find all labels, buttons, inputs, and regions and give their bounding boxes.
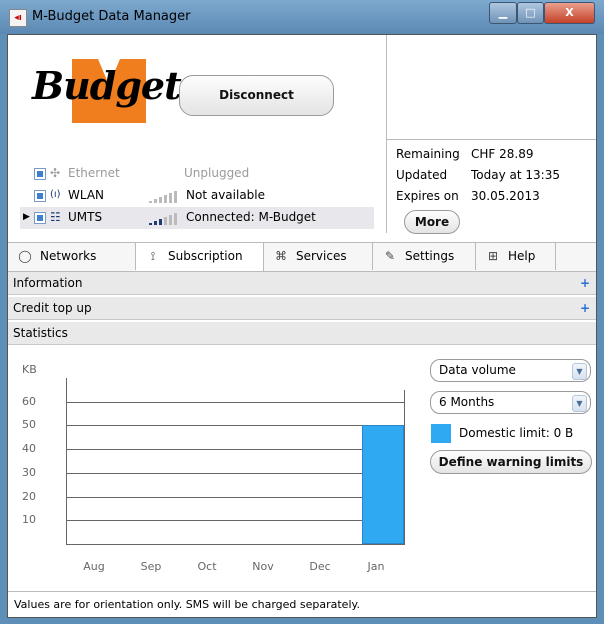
tab-label: Help	[508, 249, 536, 263]
expires-value: 30.05.2013	[471, 189, 540, 203]
connection-name: UMTS	[68, 210, 103, 224]
connection-name: Ethernet	[68, 166, 120, 180]
signal-bars-icon	[149, 213, 183, 225]
connection-row-ethernet[interactable]: ✣ Ethernet Unplugged	[20, 163, 374, 185]
connection-name: WLAN	[68, 188, 105, 202]
x-tick-label: Aug	[83, 560, 105, 573]
chart-axis	[66, 544, 405, 545]
x-tick-label: Oct	[197, 560, 217, 573]
window-title: M-Budget Data Manager	[32, 9, 191, 24]
app-icon: ◂ı	[9, 9, 27, 27]
tab-settings[interactable]: ✎ Settings	[373, 243, 476, 270]
credit-top-up-section-header[interactable]: Credit top up +	[8, 297, 596, 320]
updated-label: Updated	[396, 168, 448, 182]
tab-networks[interactable]: ◯ Networks	[8, 243, 136, 270]
domestic-limit-swatch	[431, 424, 451, 443]
period-dropdown-value: 6 Months	[439, 395, 495, 409]
signal-bars-icon	[149, 191, 183, 203]
app-window: ◂ı M-Budget Data Manager ▁ □ X Budget Di…	[0, 0, 604, 624]
x-tick-label: Nov	[252, 560, 274, 573]
section-title: Information	[13, 276, 83, 290]
tab-services[interactable]: ⌘ Services	[264, 243, 373, 270]
updated-line: Updated Today at 13:35	[396, 168, 560, 182]
volume-dropdown-value: Data volume	[439, 363, 516, 377]
y-tick-label: 50	[22, 418, 36, 431]
statistics-section-header[interactable]: Statistics	[8, 322, 596, 345]
umts-icon: ☷	[50, 210, 61, 224]
connection-status: Connected: M-Budget	[186, 210, 316, 224]
remaining-label: Remaining	[396, 147, 460, 161]
define-warning-limits-button[interactable]: Define warning limits	[430, 450, 592, 474]
more-button[interactable]: More	[404, 210, 460, 234]
gridline	[66, 402, 404, 403]
tab-subscription[interactable]: ⟟ Subscription	[136, 243, 264, 271]
client-area: Budget Disconnect ✣ Ethernet Unplugged (…	[7, 34, 597, 618]
wlan-checkbox[interactable]	[34, 190, 46, 202]
section-title: Credit top up	[13, 301, 92, 315]
gridline	[66, 473, 404, 474]
tab-label: Services	[296, 249, 347, 263]
y-tick-label: 20	[22, 490, 36, 503]
y-axis-label: KB	[22, 363, 37, 376]
domestic-limit-text: Domestic limit: 0 B	[459, 426, 574, 440]
tab-label: Subscription	[168, 249, 243, 263]
wrench-icon: ✎	[384, 249, 396, 263]
connection-status: Unplugged	[184, 166, 250, 180]
connection-status: Not available	[186, 188, 266, 202]
remaining-line: Remaining CHF 28.89	[396, 147, 533, 161]
disconnect-button[interactable]: Disconnect	[179, 75, 334, 116]
expires-line: Expires on 30.05.2013	[396, 189, 540, 203]
logo-text: Budget	[32, 63, 182, 108]
maximize-button[interactable]: □	[517, 2, 544, 24]
globe-icon: ◯	[18, 249, 32, 263]
tab-label: Networks	[40, 249, 97, 263]
divider	[387, 139, 596, 140]
y-tick-label: 60	[22, 395, 36, 408]
gridline	[66, 497, 404, 498]
period-dropdown[interactable]: 6 Months ▼	[430, 391, 591, 414]
tab-help[interactable]: ⊞ Help	[476, 243, 556, 270]
expand-icon[interactable]: +	[580, 272, 590, 295]
gridline	[66, 425, 404, 426]
selected-arrow-icon: ▶	[23, 212, 30, 222]
gift-icon: ⌘	[275, 249, 287, 263]
minimize-button[interactable]: ▁	[489, 2, 517, 24]
m-budget-logo: Budget	[32, 53, 182, 123]
ethernet-icon: ✣	[50, 166, 61, 180]
account-panel: Remaining CHF 28.89 Updated Today at 13:…	[386, 35, 596, 234]
y-tick-label: 30	[22, 466, 36, 479]
volume-dropdown[interactable]: Data volume ▼	[430, 359, 591, 382]
x-tick-label: Sep	[140, 560, 162, 573]
bar-jan	[362, 425, 404, 544]
chevron-down-icon[interactable]: ▼	[572, 395, 587, 412]
expand-icon[interactable]: +	[580, 297, 590, 320]
x-tick-label: Dec	[309, 560, 331, 573]
information-section-header[interactable]: Information +	[8, 272, 596, 295]
y-tick-label: 10	[22, 513, 36, 526]
footer-note: Values are for orientation only. SMS wil…	[8, 591, 596, 617]
chart-axis	[66, 378, 67, 545]
tab-bar: ◯ Networks ⟟ Subscription ⌘ Services ✎ Setti…	[8, 242, 596, 272]
close-button[interactable]: X	[544, 2, 595, 24]
gridline	[66, 449, 404, 450]
chart-axis	[404, 390, 405, 545]
gridline	[66, 520, 404, 521]
x-tick-label: Jan	[367, 560, 385, 573]
ethernet-checkbox[interactable]	[34, 168, 46, 180]
section-title: Statistics	[13, 326, 68, 340]
expires-label: Expires on	[396, 189, 459, 203]
help-icon: ⊞	[487, 249, 499, 263]
umts-checkbox[interactable]	[34, 212, 46, 224]
tab-label: Settings	[405, 249, 455, 263]
updated-value: Today at 13:35	[471, 168, 560, 182]
chevron-down-icon[interactable]: ▼	[572, 363, 587, 380]
connection-row-wlan[interactable]: (ı) WLAN Not available	[20, 185, 374, 207]
y-tick-label: 40	[22, 442, 36, 455]
remaining-value: CHF 28.89	[471, 147, 534, 161]
wlan-icon: (ı)	[50, 189, 61, 200]
title-bar[interactable]: ◂ı M-Budget Data Manager ▁ □ X	[0, 0, 604, 34]
connection-panel: Budget Disconnect ✣ Ethernet Unplugged (…	[8, 35, 386, 233]
satellite-icon: ⟟	[150, 249, 156, 263]
connection-row-umts[interactable]: ▶ ☷ UMTS Connected: M-Budget	[20, 207, 374, 229]
